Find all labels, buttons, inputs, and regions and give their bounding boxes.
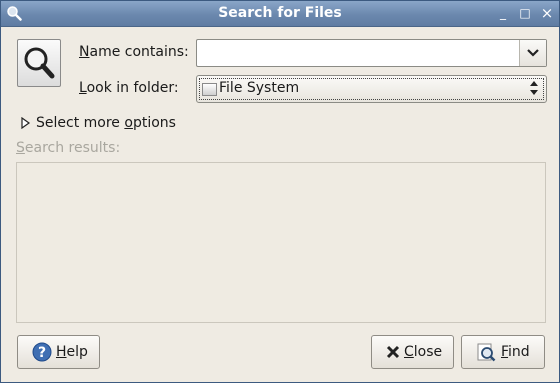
svg-text:?: ?: [38, 345, 46, 361]
look-in-folder-label: Look in folder:: [79, 80, 179, 96]
help-icon: ?: [32, 342, 52, 362]
search-results-label: Search results:: [16, 140, 121, 156]
name-contains-label: Name contains:: [79, 44, 189, 60]
close-button-label: Close: [404, 344, 443, 360]
harddisk-icon: [202, 83, 217, 96]
search-results-list[interactable]: [16, 162, 546, 323]
updown-arrows-icon: [530, 81, 538, 95]
name-history-dropdown-button[interactable]: [519, 40, 546, 66]
name-contains-input[interactable]: [201, 44, 516, 62]
expander-label: Select more options: [36, 115, 176, 131]
close-button[interactable]: Close: [371, 335, 454, 369]
look-in-folder-select[interactable]: File System: [196, 75, 547, 103]
name-contains-combo[interactable]: [196, 39, 547, 67]
maximize-button[interactable]: □: [517, 5, 533, 21]
minimize-button[interactable]: _: [495, 5, 511, 21]
search-for-files-window: Search for Files _ □ × Name contains: Lo…: [0, 0, 560, 383]
close-window-button[interactable]: ×: [539, 5, 555, 21]
close-x-icon: [386, 345, 400, 359]
triangle-right-icon: [21, 117, 31, 129]
find-icon: [477, 343, 496, 362]
find-button-label: Find: [501, 344, 530, 360]
search-document-icon: [17, 39, 61, 87]
folder-value: File System: [219, 80, 300, 96]
chevron-down-icon: [527, 49, 539, 57]
help-button-label: Help: [56, 344, 88, 360]
window-title: Search for Files: [218, 5, 342, 21]
title-bar[interactable]: Search for Files _ □ ×: [1, 1, 559, 27]
help-button[interactable]: ? Help: [17, 335, 100, 369]
find-button[interactable]: Find: [461, 335, 545, 369]
